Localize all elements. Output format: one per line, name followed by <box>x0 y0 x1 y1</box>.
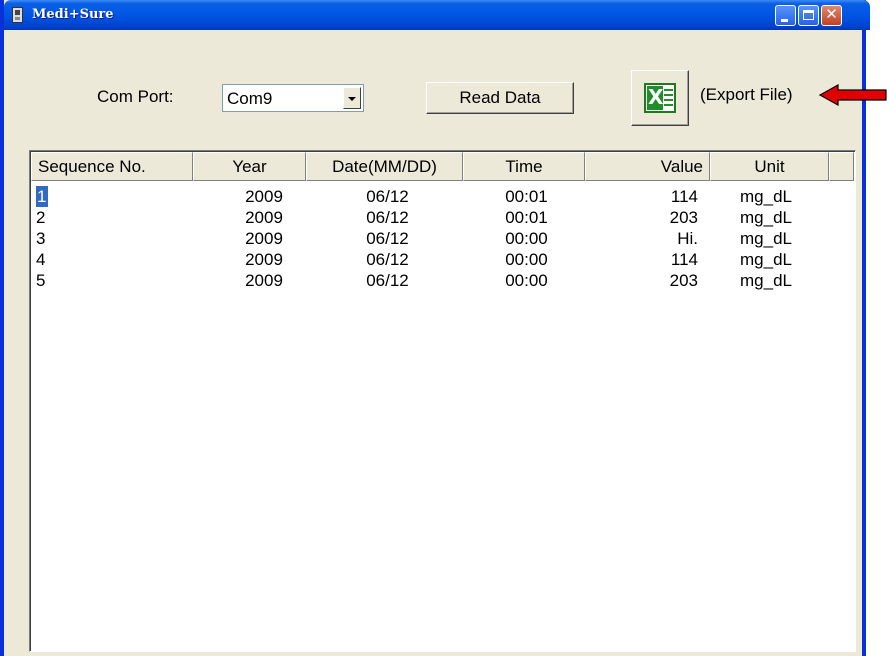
cell-unit: mg_dL <box>740 208 792 227</box>
chevron-down-icon <box>348 97 356 101</box>
cell-unit: mg_dL <box>740 250 792 269</box>
cell-value: Hi. <box>677 229 698 248</box>
dropdown-button[interactable] <box>343 87 361 109</box>
cell-date: 06/12 <box>366 229 409 248</box>
red-arrow-icon <box>818 84 887 106</box>
cell-year: 2009 <box>245 208 283 227</box>
cell-sequence: 3 <box>36 229 46 248</box>
cell-unit: mg_dL <box>740 229 792 248</box>
minimize-button[interactable] <box>775 5 796 26</box>
cell-time: 00:01 <box>505 187 548 206</box>
excel-icon: X <box>644 83 676 113</box>
cell-year: 2009 <box>245 271 283 290</box>
window-title: Medi+Sure <box>32 7 114 22</box>
cell-date: 06/12 <box>366 187 409 206</box>
cell-year: 2009 <box>245 187 283 206</box>
column-header-value[interactable]: Value <box>585 152 710 181</box>
com-port-value: Com9 <box>227 89 273 108</box>
cell-time: 00:00 <box>505 250 548 269</box>
cell-year: 2009 <box>245 229 283 248</box>
column-header-filler <box>829 152 854 181</box>
maximize-button[interactable] <box>798 5 819 26</box>
close-button[interactable]: ✕ <box>821 5 842 26</box>
cell-sequence: 1 <box>36 186 49 207</box>
app-icon <box>12 7 23 23</box>
column-header-time[interactable]: Time <box>463 152 585 181</box>
com-port-select[interactable]: Com9 <box>222 84 364 112</box>
cell-date: 06/12 <box>366 250 409 269</box>
cell-value: 114 <box>670 187 698 206</box>
export-file-button[interactable]: X <box>631 70 689 126</box>
column-header-sequence[interactable]: Sequence No. <box>31 152 193 181</box>
cell-value: 203 <box>669 271 698 290</box>
read-data-button[interactable]: Read Data <box>426 82 574 114</box>
title-bar[interactable]: Medi+Sure ✕ <box>4 0 870 30</box>
cell-value: 114 <box>670 250 698 269</box>
maximize-icon <box>803 10 814 20</box>
readings-list[interactable]: Sequence No. Year Date(MM/DD) Time Value… <box>29 150 856 652</box>
cell-unit: mg_dL <box>740 271 792 290</box>
cell-year: 2009 <box>245 250 283 269</box>
column-header-year[interactable]: Year <box>193 152 306 181</box>
cell-time: 00:01 <box>505 208 548 227</box>
cell-value: 203 <box>669 208 698 227</box>
cell-time: 00:00 <box>505 229 548 248</box>
cell-sequence: 4 <box>36 250 46 269</box>
export-file-label: (Export File) <box>700 85 793 104</box>
minimize-icon <box>781 19 788 22</box>
close-icon: ✕ <box>825 5 838 23</box>
cell-time: 00:00 <box>505 271 548 290</box>
cell-sequence: 5 <box>36 271 46 290</box>
cell-date: 06/12 <box>366 208 409 227</box>
cell-unit: mg_dL <box>740 187 792 206</box>
cell-sequence: 2 <box>36 208 46 227</box>
column-header-date[interactable]: Date(MM/DD) <box>306 152 463 181</box>
column-header-unit[interactable]: Unit <box>710 152 829 181</box>
cell-date: 06/12 <box>366 271 409 290</box>
app-window: Medi+Sure ✕ Com Port: Com9 Read Data X (… <box>0 0 870 656</box>
com-port-label: Com Port: <box>97 87 174 106</box>
